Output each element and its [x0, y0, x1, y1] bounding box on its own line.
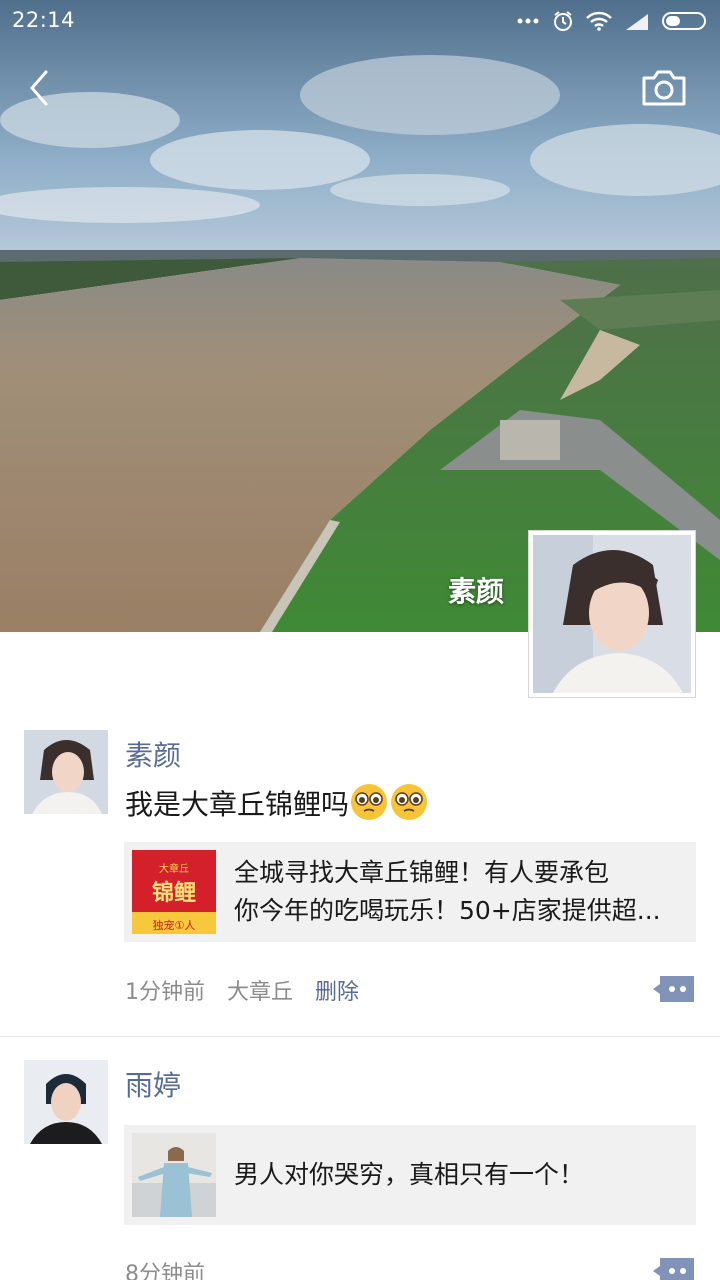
link-title: 男人对你哭穷，真相只有一个！	[234, 1160, 585, 1189]
thumb-text-bottom: 独宠①人	[153, 918, 196, 932]
camera-button[interactable]	[640, 68, 688, 110]
alarm-icon	[554, 11, 572, 31]
post-location[interactable]: 大章丘	[227, 974, 293, 1006]
delete-button[interactable]: 删除	[315, 974, 359, 1006]
link-thumbnail	[132, 1133, 216, 1217]
comment-button[interactable]	[652, 974, 696, 1004]
status-bar: 22:14	[0, 0, 720, 44]
wifi-icon	[586, 11, 612, 31]
link-card[interactable]: 男人对你哭穷，真相只有一个！	[124, 1125, 696, 1225]
link-title: 全城寻找大章丘锦鲤！有人要承包 你今年的吃喝玩乐！50+店家提供超...	[234, 858, 661, 925]
status-time: 22:14	[12, 8, 76, 32]
post-time: 8分钟前	[125, 1262, 205, 1280]
signal-icon	[626, 14, 648, 30]
pleading-face-emoji-icon	[351, 784, 388, 820]
back-chevron-icon	[30, 70, 48, 106]
thumb-text-top: 大章丘	[159, 862, 189, 875]
link-card[interactable]: 大章丘 锦鲤 独宠①人 全城寻找大章丘锦鲤！有人要承包 你今年的吃喝玩乐！50+…	[124, 842, 696, 942]
post-author[interactable]: 素颜	[125, 734, 181, 774]
link-thumbnail: 大章丘 锦鲤 独宠①人	[132, 850, 216, 934]
post-author[interactable]: 雨婷	[125, 1064, 181, 1104]
battery-icon	[662, 12, 706, 30]
cover-username: 素颜	[447, 575, 504, 608]
comment-button[interactable]	[652, 1256, 696, 1280]
camera-icon	[642, 70, 686, 106]
feed-post: 素颜 我是大章丘锦鲤吗 大章丘 锦鲤 独宠①人 全城寻找大章丘锦鲤！有人要承包 …	[0, 730, 720, 1036]
more-dots-icon	[517, 18, 539, 24]
post-divider	[0, 1036, 720, 1037]
post-meta: 8分钟前	[125, 1256, 205, 1280]
comment-dots-icon	[653, 976, 694, 1002]
post-time: 1分钟前	[125, 980, 205, 1005]
profile-avatar[interactable]	[528, 530, 696, 698]
post-meta: 1分钟前 大章丘 删除	[125, 974, 359, 1006]
pleading-face-emoji-icon	[391, 784, 428, 820]
back-button[interactable]	[22, 66, 62, 110]
post-text: 我是大章丘锦鲤吗	[125, 782, 429, 823]
thumb-text-main: 锦鲤	[152, 880, 196, 906]
feed-post: 雨婷 男人对你哭穷，真相只有一个！ 8分钟前	[0, 1060, 720, 1280]
avatar[interactable]	[24, 1060, 108, 1144]
comment-dots-icon	[653, 1258, 694, 1280]
avatar[interactable]	[24, 730, 108, 814]
